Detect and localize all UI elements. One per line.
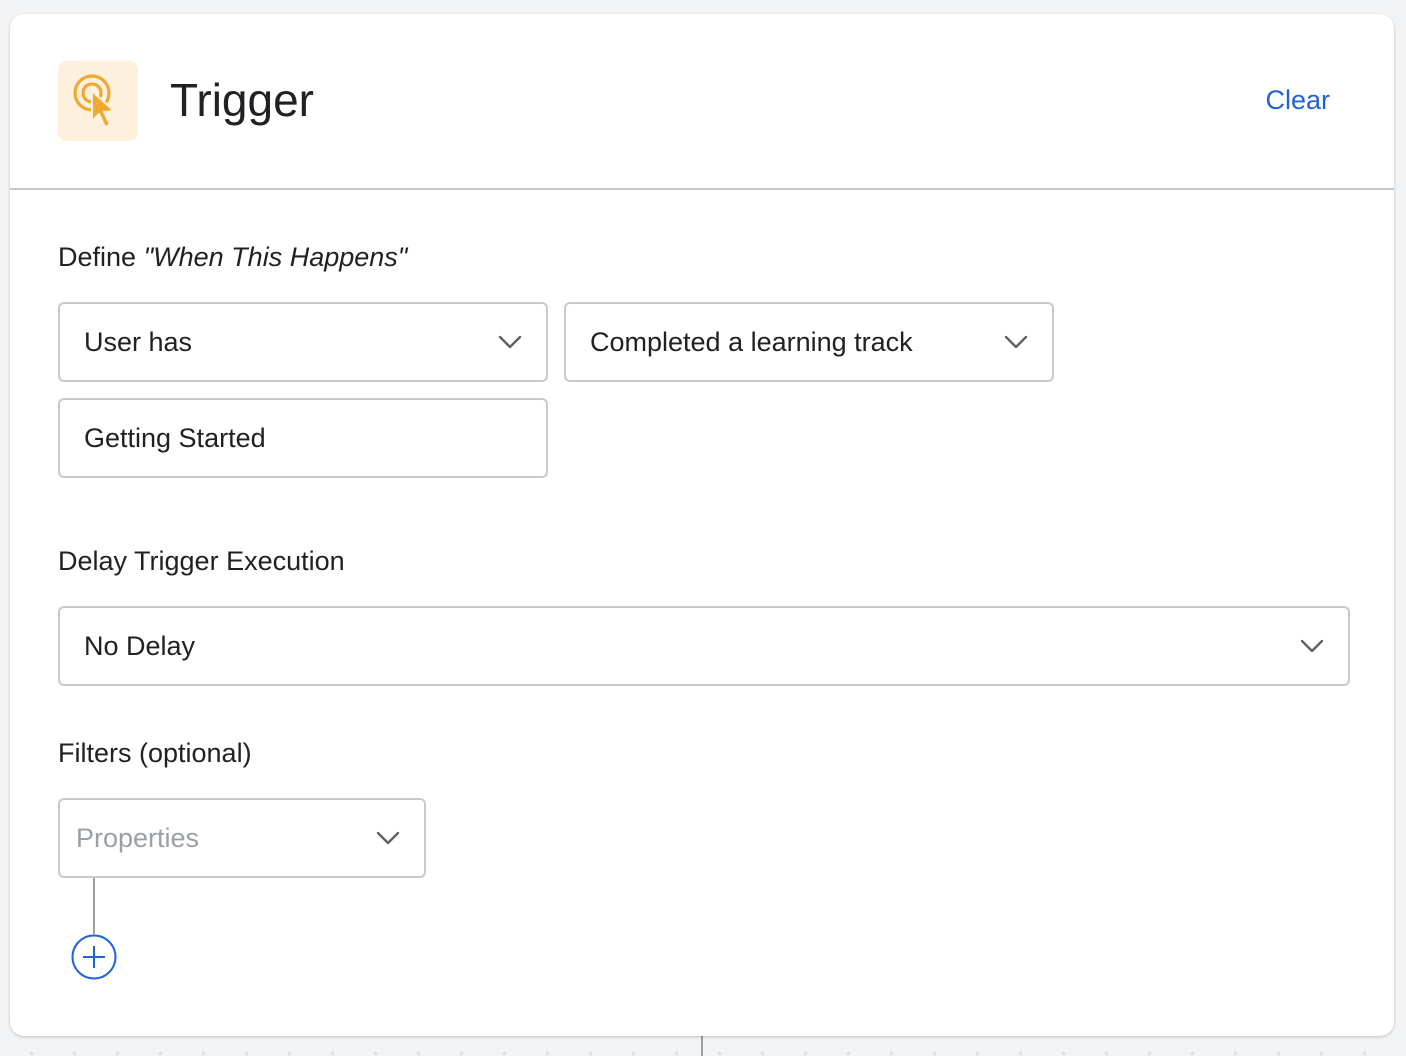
delay-select-value: No Delay [84, 631, 196, 661]
workflow-canvas: Trigger Clear Define "When This Happens"… [0, 0, 1406, 1056]
page-title: Trigger [170, 74, 314, 126]
trigger-icon-badge [58, 61, 138, 141]
clear-button[interactable]: Clear [1265, 84, 1330, 116]
chevron-down-icon [1004, 335, 1028, 349]
chevron-down-icon [1300, 639, 1324, 653]
when-section-label: Define "When This Happens" [58, 241, 407, 273]
chevron-down-icon [376, 831, 400, 845]
event-select-value: Completed a learning track [590, 327, 913, 357]
trigger-card: Trigger Clear Define "When This Happens"… [10, 14, 1394, 1036]
learning-track-field[interactable]: Getting Started [58, 398, 548, 478]
when-label-prefix: Define [58, 242, 144, 272]
chevron-down-icon [498, 335, 522, 349]
filters-section-label: Filters (optional) [58, 738, 252, 768]
delay-section-label: Delay Trigger Execution [58, 546, 345, 576]
trigger-cursor-icon [73, 74, 115, 128]
properties-select[interactable]: Properties [58, 798, 426, 878]
learning-track-value: Getting Started [84, 423, 266, 453]
plus-circle-icon[interactable] [71, 934, 117, 980]
properties-select-placeholder: Properties [76, 823, 200, 853]
subject-select-value: User has [84, 327, 193, 357]
when-label-emphasis: "When This Happens" [143, 242, 408, 272]
card-header: Trigger Clear [10, 14, 1394, 190]
event-select[interactable]: Completed a learning track [564, 302, 1054, 382]
subject-select[interactable]: User has [58, 302, 548, 382]
filter-connector-line [93, 878, 95, 934]
delay-select[interactable]: No Delay [58, 606, 1350, 686]
